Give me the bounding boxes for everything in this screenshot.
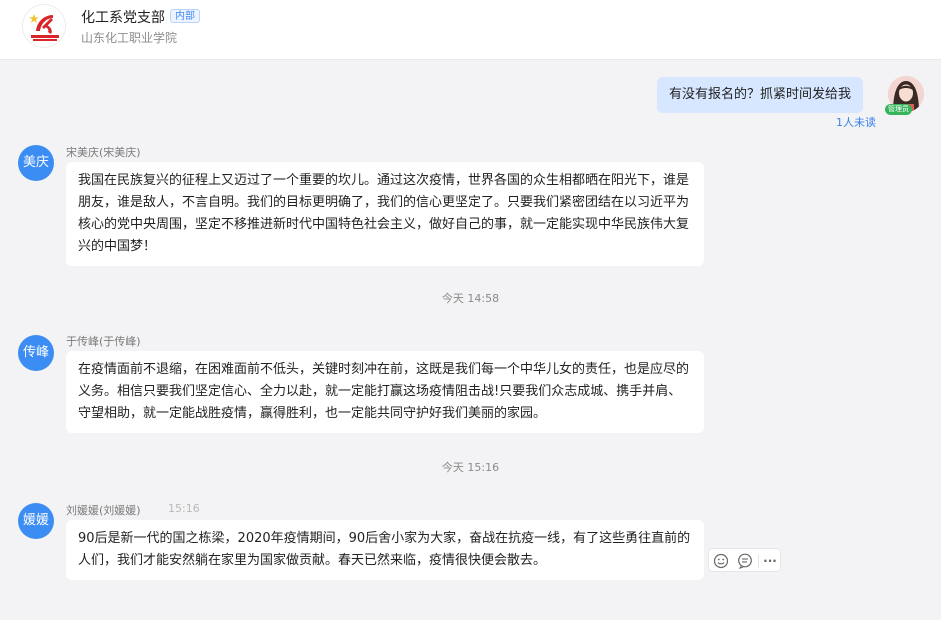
avatar[interactable]: 传峰 bbox=[18, 335, 54, 371]
reply-icon[interactable] bbox=[736, 552, 754, 570]
group-name[interactable]: 化工系党支部 bbox=[81, 7, 165, 27]
party-emblem-logo[interactable] bbox=[22, 4, 66, 48]
unread-count-link[interactable]: 1人未读 bbox=[836, 114, 876, 130]
group-organization: 山东化工职业学院 bbox=[81, 31, 178, 45]
internal-tag: 内部 bbox=[170, 9, 200, 23]
message-bubble[interactable]: 90后是新一代的国之栋梁，2020年疫情期间，90后舍小家为大家，奋战在抗疫一线… bbox=[66, 520, 704, 580]
message-bubble[interactable]: 在疫情面前不退缩，在困难面前不低头，关键时刻冲在前，这既是我们每一个中华儿女的责… bbox=[66, 351, 704, 433]
message-bubble[interactable]: 我国在民族复兴的征程上又迈过了一个重要的坎儿。通过这次疫情，世界各国的众生相都晒… bbox=[66, 162, 704, 266]
emoji-icon[interactable] bbox=[712, 552, 730, 570]
time-divider: 今天 15:16 bbox=[441, 461, 500, 474]
self-message-bubble[interactable]: 有没有报名的？抓紧时间发给我 bbox=[657, 77, 864, 113]
sender-name[interactable]: 宋美庆(宋美庆) bbox=[66, 144, 141, 160]
admin-badge: 管理员 bbox=[885, 104, 912, 115]
avatar[interactable]: 媛媛 bbox=[18, 503, 54, 539]
sender-name[interactable]: 刘媛媛(刘媛媛) bbox=[66, 502, 141, 518]
reply-icon bbox=[738, 553, 752, 570]
message-time: 15:16 bbox=[168, 502, 200, 515]
emoji-icon bbox=[713, 553, 729, 569]
sender-name[interactable]: 于传峰(于传峰) bbox=[66, 333, 141, 349]
chat-header: 化工系党支部 内部 山东化工职业学院 bbox=[0, 0, 941, 60]
avatar[interactable]: 美庆 bbox=[18, 145, 54, 181]
party-emblem-icon bbox=[23, 5, 65, 47]
time-divider: 今天 14:58 bbox=[441, 292, 500, 305]
actions-divider bbox=[758, 554, 759, 568]
message-actions: ··· bbox=[708, 548, 781, 572]
more-icon[interactable]: ··· bbox=[761, 552, 779, 570]
